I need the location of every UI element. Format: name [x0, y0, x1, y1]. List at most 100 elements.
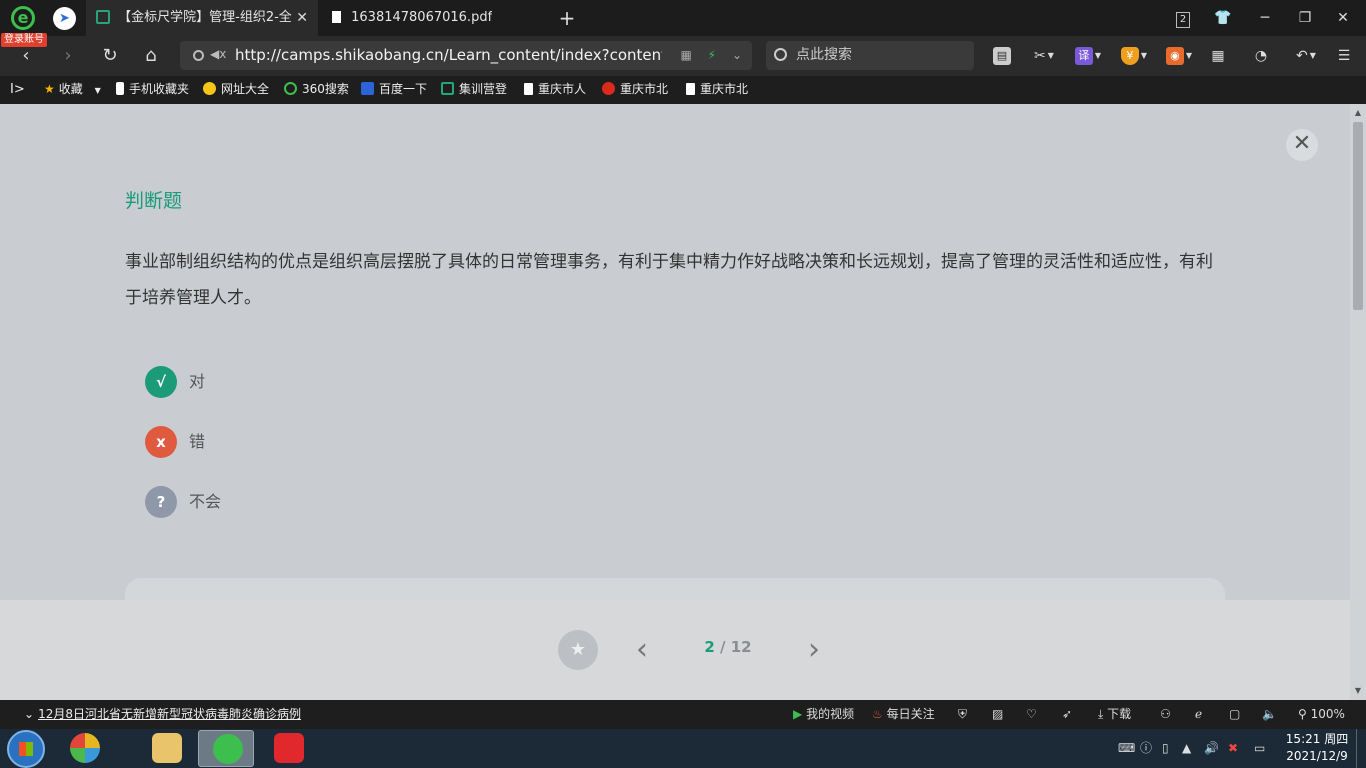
reload-button[interactable]: ↻: [96, 44, 124, 68]
home-button[interactable]: ⌂: [137, 44, 165, 68]
bookmark-sites[interactable]: 网址大全: [203, 76, 269, 103]
address-bar[interactable]: ◀x http://camps.shikaobang.cn/Learn_cont…: [180, 41, 752, 70]
clock-date: 2021/12/9: [1286, 749, 1348, 763]
qr-code-icon[interactable]: ▦: [681, 48, 692, 62]
tab-pdf[interactable]: 16381478067016.pdf: [320, 0, 548, 36]
scroll-down-icon[interactable]: ▼: [1354, 686, 1362, 695]
browser-logo-icon[interactable]: e: [11, 6, 35, 30]
search-input[interactable]: 点此搜索: [766, 41, 974, 70]
back-button[interactable]: ‹: [12, 44, 40, 68]
emblem-icon: [602, 82, 615, 95]
news-ticker[interactable]: ⌄ 12月8日河北省无新增新型冠状病毒肺炎确诊病例: [24, 700, 301, 729]
phone-icon: [116, 82, 124, 95]
translate-icon[interactable]: 译 ▼: [1072, 45, 1104, 67]
page-indicator: 2 / 12: [690, 638, 766, 656]
vertical-scrollbar[interactable]: ▲ ▼: [1350, 104, 1366, 700]
incognito-icon[interactable]: ⚇: [1160, 700, 1171, 729]
taskbar-app-music[interactable]: [260, 730, 316, 767]
daily-follow-button[interactable]: ♨ 每日关注: [872, 700, 935, 729]
mute-icon[interactable]: ◀x: [210, 47, 226, 61]
chevron-down-icon[interactable]: ⌄: [24, 707, 34, 721]
screenshot-scissors-icon[interactable]: ✂ ▼: [1028, 45, 1060, 67]
windows-logo-icon: [19, 742, 33, 756]
bookmark-chongqing-1[interactable]: 重庆市人: [524, 76, 590, 103]
close-window-button[interactable]: ✕: [1328, 0, 1358, 36]
bookmark-mobile[interactable]: 手机收藏夹: [116, 76, 189, 103]
prev-question-button[interactable]: ‹: [630, 633, 654, 667]
image-icon[interactable]: ▨: [992, 700, 1003, 729]
zoom-control[interactable]: ⚲ 100%: [1298, 700, 1345, 729]
tray-app-icon[interactable]: ▯: [1162, 729, 1169, 768]
sites-globe-icon: [203, 82, 216, 95]
navigate-icon[interactable]: ➤: [53, 7, 76, 30]
bookmark-camp[interactable]: 集训营登: [441, 76, 511, 103]
network-error-icon[interactable]: ✖: [1228, 729, 1238, 768]
favorite-star-icon[interactable]: ★: [558, 630, 598, 670]
forward-button[interactable]: ›: [54, 44, 82, 68]
my-video-button[interactable]: ▶ 我的视频: [793, 700, 854, 729]
undo-close-icon[interactable]: ↶ ▼: [1290, 45, 1322, 67]
sidebar-toggle-icon[interactable]: I>: [10, 76, 25, 103]
speaker-icon[interactable]: 🔊: [1204, 729, 1219, 768]
chevron-down-icon[interactable]: ⌄: [732, 48, 742, 62]
document-icon: [332, 11, 341, 23]
minimize-button[interactable]: ─: [1250, 0, 1280, 36]
show-desktop-button[interactable]: [1356, 729, 1366, 768]
new-tab-button[interactable]: +: [556, 0, 578, 36]
heart-rate-icon[interactable]: ♡: [1026, 700, 1037, 729]
rocket-icon[interactable]: ➶: [1062, 700, 1072, 729]
scroll-up-icon[interactable]: ▲: [1354, 108, 1362, 117]
netease-music-icon: [274, 733, 304, 763]
site-info-icon[interactable]: [193, 50, 204, 61]
question-mark-icon: ?: [145, 486, 177, 518]
action-center-icon[interactable]: ▭: [1254, 729, 1265, 768]
reader-mode-icon[interactable]: ▤: [992, 45, 1012, 67]
bookmark-baidu[interactable]: 百度一下: [361, 76, 427, 103]
flame-icon: ♨: [872, 707, 883, 721]
login-badge[interactable]: 登录账号: [1, 33, 47, 47]
question-text: 事业部制组织结构的优点是组织高层摆脱了具体的日常管理事务，有利于集中精力作好战略…: [125, 252, 1213, 308]
scroll-thumb[interactable]: [1353, 122, 1363, 310]
start-button[interactable]: [7, 730, 45, 768]
search-360-icon: [284, 82, 297, 95]
tab-title: 【金标尺学院】管理-组织2-全: [118, 10, 292, 25]
tab-learn[interactable]: 【金标尺学院】管理-组织2-全 ✕: [86, 0, 318, 36]
tab-close-icon[interactable]: ✕: [296, 0, 308, 36]
system-clock[interactable]: 15:21 周四 2021/12/9: [1282, 731, 1352, 765]
next-question-button[interactable]: ›: [802, 633, 826, 667]
url-text[interactable]: http://camps.shikaobang.cn/Learn_content…: [235, 41, 662, 70]
browser-e-icon[interactable]: ℯ: [1195, 700, 1202, 729]
video-play-icon: ▶: [793, 707, 803, 721]
bookmark-chongqing-3[interactable]: 重庆市北: [686, 76, 752, 103]
tab-title: 16381478067016.pdf: [351, 10, 493, 25]
window-icon[interactable]: ▢: [1229, 700, 1240, 729]
shield-icon[interactable]: ⛨: [958, 700, 967, 729]
download-button[interactable]: ⤓ 下载: [1098, 700, 1131, 729]
taskbar-app-media[interactable]: [56, 730, 112, 767]
close-icon[interactable]: ✕: [1286, 129, 1318, 161]
menu-icon[interactable]: ☰: [1334, 45, 1354, 67]
history-icon[interactable]: ◔: [1251, 45, 1271, 67]
chevron-down-icon[interactable]: ▼: [95, 86, 101, 95]
tab-count-button[interactable]: 2: [1168, 0, 1198, 36]
news-link[interactable]: 12月8日河北省无新增新型冠状病毒肺炎确诊病例: [38, 707, 301, 721]
bookmark-360-search[interactable]: 360搜索: [284, 76, 349, 103]
taskbar-app-browser[interactable]: [198, 730, 254, 767]
taskbar-app-explorer[interactable]: [138, 730, 194, 767]
game-controller-icon[interactable]: ◉ ▼: [1162, 45, 1196, 67]
help-icon[interactable]: ⓘ: [1140, 729, 1152, 768]
apps-grid-icon[interactable]: ▦: [1208, 45, 1228, 67]
bookmark-chongqing-2[interactable]: 重庆市北: [602, 76, 672, 103]
folder-icon: [152, 733, 182, 763]
keyboard-icon[interactable]: ⌨: [1118, 729, 1135, 768]
tab-count: 2: [1176, 12, 1190, 28]
bookmarks-bar: I> ★ 收藏 ▼ 手机收藏夹 网址大全 360搜索 百度一下 集训营登 重庆市人…: [0, 76, 1366, 103]
current-page: 2: [704, 638, 715, 656]
volume-icon[interactable]: 🔈: [1262, 700, 1277, 729]
speed-mode-icon[interactable]: ⚡: [708, 48, 716, 62]
skin-shirt-icon[interactable]: 👕: [1208, 0, 1238, 36]
security-shield-icon[interactable]: ¥ ▼: [1118, 45, 1150, 67]
restore-button[interactable]: ❐: [1290, 0, 1320, 36]
tray-expand-icon[interactable]: ▲: [1182, 729, 1191, 768]
bookmark-favorites[interactable]: ★ 收藏 ▼: [44, 76, 101, 104]
